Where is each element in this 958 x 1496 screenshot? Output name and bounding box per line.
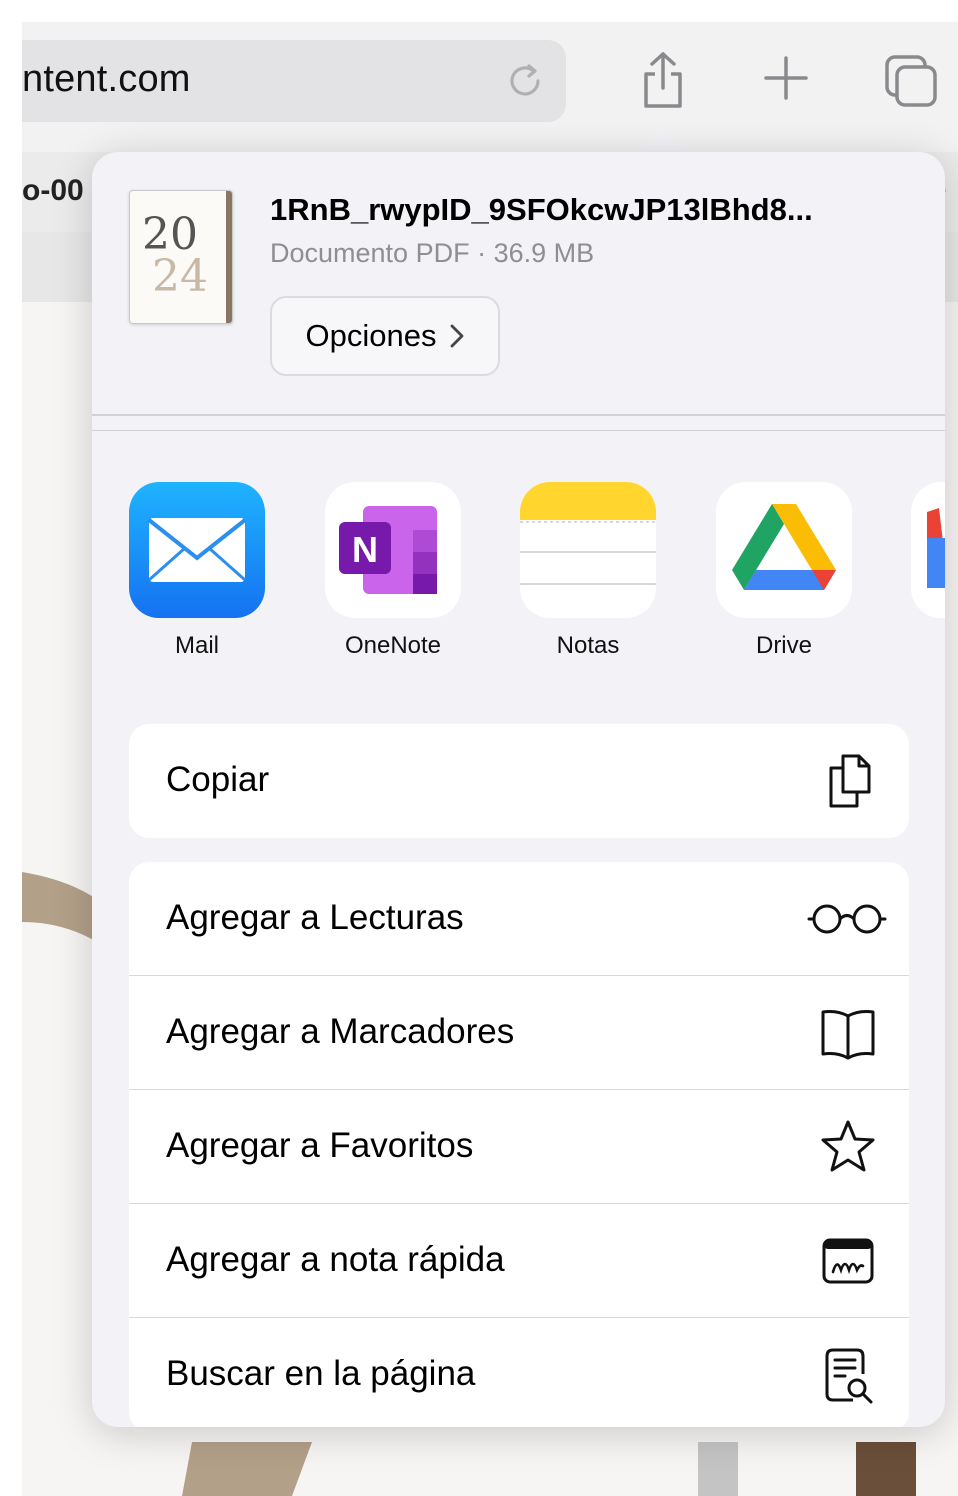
thumbnail-text-bottom: 24 bbox=[152, 251, 208, 302]
onenote-app-icon: N bbox=[325, 482, 461, 618]
share-sheet: 20 24 1RnB_rwypID_9SFOkcwJP13lBhd8... Do… bbox=[92, 152, 945, 1427]
partial-app-icon bbox=[911, 482, 945, 618]
share-app-notas[interactable]: Notas bbox=[519, 482, 657, 660]
options-label: Opciones bbox=[305, 318, 437, 353]
action-copy[interactable]: Copiar bbox=[129, 724, 909, 838]
star-icon bbox=[821, 1120, 875, 1172]
copy-icon bbox=[829, 754, 871, 808]
chevron-right-icon bbox=[451, 324, 464, 348]
header-divider-secondary bbox=[92, 430, 945, 431]
action-label-favorites: Agregar a Favoritos bbox=[166, 1126, 474, 1165]
file-meta: Documento PDF · 36.9 MB bbox=[270, 238, 594, 269]
thumbnail-spine bbox=[226, 191, 232, 323]
meta-separator: · bbox=[469, 238, 494, 268]
share-app-partial[interactable] bbox=[910, 482, 945, 618]
share-header: 20 24 1RnB_rwypID_9SFOkcwJP13lBhd8... Do… bbox=[92, 152, 945, 414]
app-label-drive: Drive bbox=[755, 632, 812, 659]
share-app-mail[interactable]: Mail bbox=[128, 482, 266, 660]
action-label-bookmarks: Agregar a Marcadores bbox=[166, 1012, 515, 1051]
app-label-notas: Notas bbox=[556, 632, 620, 659]
browser-toolbar: ntent.com bbox=[22, 22, 958, 152]
action-bookmarks[interactable]: Agregar a Marcadores bbox=[129, 976, 909, 1090]
notes-app-icon bbox=[520, 482, 656, 618]
quick-note-icon bbox=[822, 1238, 874, 1284]
action-label-copy: Copiar bbox=[166, 760, 270, 799]
address-bar[interactable]: ntent.com bbox=[22, 40, 566, 122]
file-name: 1RnB_rwypID_9SFOkcwJP13lBhd8... bbox=[270, 192, 813, 227]
share-app-onenote[interactable]: N OneNote bbox=[324, 482, 462, 660]
svg-text:N: N bbox=[352, 529, 378, 570]
pdf-thumbnail: 20 24 bbox=[129, 190, 233, 324]
google-drive-app-icon bbox=[716, 482, 852, 618]
action-label-find-in-page: Buscar en la página bbox=[166, 1354, 476, 1393]
action-label-reading-list: Agregar a Lecturas bbox=[166, 898, 464, 937]
action-quick-note[interactable]: Agregar a nota rápida bbox=[129, 1204, 909, 1318]
action-favorites[interactable]: Agregar a Favoritos bbox=[129, 1090, 909, 1204]
page-actions-group: Agregar a Lecturas Agregar a Marcadores … bbox=[129, 862, 909, 1427]
share-apps-row: Mail N OneNote Notas Drive bbox=[92, 482, 945, 672]
share-app-drive[interactable]: Drive bbox=[715, 482, 853, 660]
action-find-in-page[interactable]: Buscar en la página bbox=[129, 1318, 909, 1427]
header-divider bbox=[92, 414, 945, 416]
share-icon[interactable] bbox=[638, 50, 688, 110]
new-tab-icon[interactable] bbox=[764, 56, 808, 100]
action-label-quick-note: Agregar a nota rápida bbox=[166, 1240, 505, 1279]
file-type: Documento PDF bbox=[270, 238, 470, 268]
action-reading-list[interactable]: Agregar a Lecturas bbox=[129, 862, 909, 976]
find-in-page-icon bbox=[825, 1348, 873, 1404]
reload-icon[interactable] bbox=[502, 58, 548, 104]
tabs-overview-icon[interactable] bbox=[884, 54, 938, 108]
popover-arrow bbox=[639, 128, 687, 154]
tab-label[interactable]: o-00 bbox=[22, 174, 84, 208]
copy-action-group: Copiar bbox=[129, 724, 909, 838]
file-size: 36.9 MB bbox=[493, 238, 595, 268]
glasses-icon bbox=[807, 904, 887, 934]
url-text: ntent.com bbox=[22, 58, 191, 100]
app-label-onenote: OneNote bbox=[344, 632, 442, 659]
mail-app-icon bbox=[129, 482, 265, 618]
app-label-mail: Mail bbox=[174, 632, 219, 659]
book-icon bbox=[821, 1010, 875, 1060]
options-button[interactable]: Opciones bbox=[270, 296, 500, 376]
